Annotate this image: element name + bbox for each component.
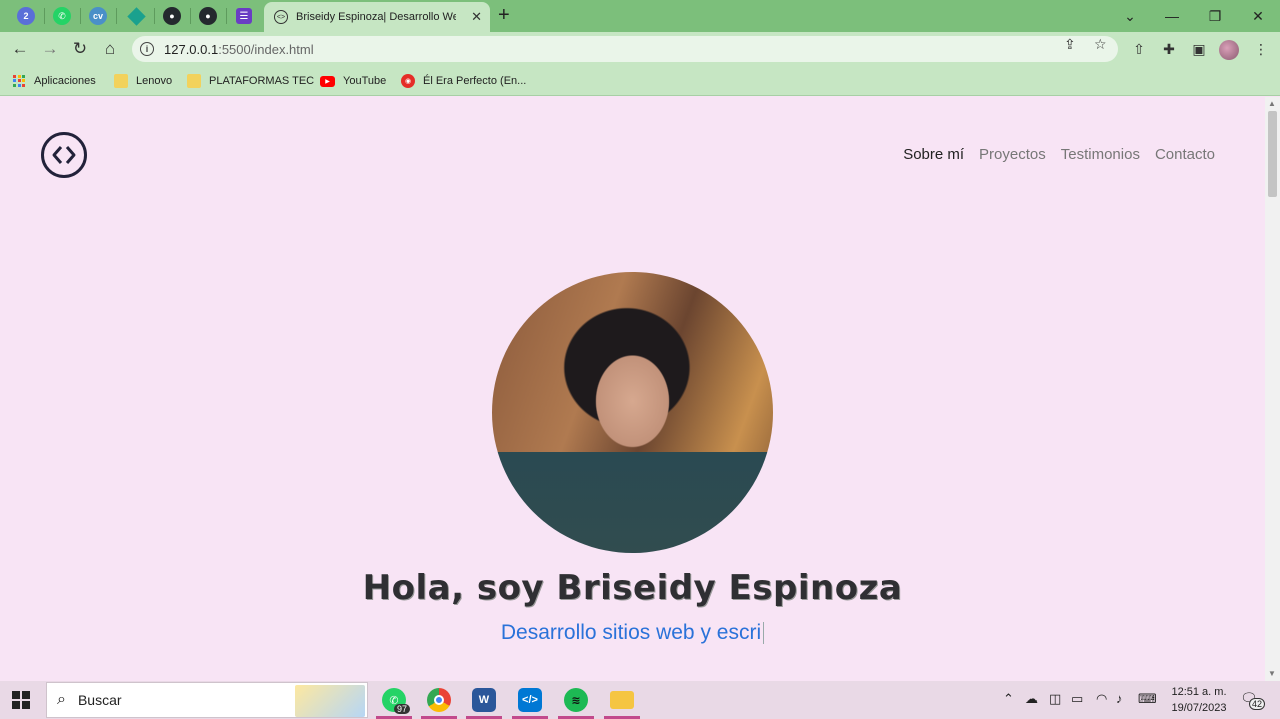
pinned-tab-diamond[interactable] [118, 0, 154, 32]
keyboard-icon[interactable]: ⌨ [1138, 691, 1157, 707]
whatsapp-badge: 97 [393, 704, 410, 714]
pinned-tab-github-1[interactable]: ● [154, 0, 190, 32]
notification-count: 42 [1249, 698, 1266, 710]
nav-link-testimonios[interactable]: Testimonios [1061, 146, 1140, 163]
site-info-icon[interactable]: i [140, 42, 154, 56]
url-text: 127.0.0.1:5500/index.html [164, 41, 314, 57]
search-icon: ⌕ [57, 691, 66, 708]
profile-avatar[interactable] [1219, 40, 1239, 60]
minimize-button[interactable]: — [1150, 0, 1194, 32]
pinned-tab-cv[interactable]: cv [80, 0, 116, 32]
youtube-icon: ▶ [320, 75, 335, 87]
github-icon: ● [163, 7, 181, 25]
wifi-icon[interactable]: ◠ [1096, 691, 1107, 707]
tab-title: Briseidy Espinoza| Desarrollo Web [296, 11, 456, 23]
cv-icon: cv [89, 7, 107, 25]
meet-now-icon[interactable]: ◫ [1049, 691, 1061, 707]
main-nav: Sobre mí Proyectos Testimonios Contacto [903, 146, 1215, 163]
scroll-down-icon[interactable]: ▼ [1268, 669, 1276, 678]
hero-subtitle: Desarrollo sitios web y escri [0, 621, 1265, 645]
taskbar-word[interactable]: W [462, 681, 506, 719]
bookmark-youtube[interactable]: ▶ YouTube [320, 72, 386, 90]
bookmark-lenovo[interactable]: Lenovo [114, 72, 172, 90]
word-icon: W [472, 688, 496, 712]
search-highlight-image [295, 685, 365, 717]
nav-link-proyectos[interactable]: Proyectos [979, 146, 1046, 163]
windows-taskbar: ⌕ Buscar ✆ 97 W </> ≋ ⌃ ☁ ◫ ▭ ◠ ♪ ⌨ 12:5… [0, 681, 1280, 719]
github-icon: ● [199, 7, 217, 25]
browser-toolbar: ← → ↻ ⌂ i 127.0.0.1:5500/index.html ⇪ ☆ … [0, 32, 1280, 66]
windows-start-icon[interactable] [12, 691, 30, 709]
folder-icon [187, 74, 201, 88]
address-bar[interactable]: i 127.0.0.1:5500/index.html [132, 36, 1118, 62]
system-clock[interactable]: 12:51 a. m. 19/07/2023 [1168, 684, 1230, 716]
code-favicon-icon: <> [274, 10, 288, 24]
nav-link-contacto[interactable]: Contacto [1155, 146, 1215, 163]
back-button[interactable]: ← [8, 37, 32, 61]
close-tab-icon[interactable]: ✕ [471, 9, 482, 25]
nav-link-sobre-mi[interactable]: Sobre mí [903, 146, 964, 163]
close-window-button[interactable]: ✕ [1236, 0, 1280, 32]
volume-icon[interactable]: ♪ [1116, 691, 1123, 706]
taskbar-whatsapp[interactable]: ✆ 97 [372, 681, 416, 719]
bookmark-apps[interactable]: Aplicaciones [13, 72, 96, 90]
scroll-thumb[interactable] [1268, 111, 1277, 197]
bookmark-plataformas[interactable]: PLATAFORMAS TEC [187, 72, 314, 90]
taskbar-file-explorer[interactable] [600, 681, 644, 719]
code-logo-icon[interactable] [41, 132, 87, 178]
forward-button[interactable]: → [38, 37, 62, 61]
diamond-icon [126, 6, 146, 26]
whatsapp-icon: ✆ [53, 7, 71, 25]
battery-icon[interactable]: ▭ [1071, 691, 1083, 707]
typing-cursor [763, 622, 765, 645]
spotify-icon: ≋ [564, 688, 588, 712]
page-viewport: Sobre mí Proyectos Testimonios Contacto … [0, 97, 1265, 681]
new-tab-button[interactable]: + [498, 4, 510, 27]
pinned-tab-app[interactable]: 2 [8, 0, 44, 32]
pinned-tab-forms[interactable]: ☰ [226, 0, 262, 32]
profile-photo [492, 272, 773, 553]
bookmarks-bar: Aplicaciones Lenovo PLATAFORMAS TEC ▶ Yo… [0, 66, 1280, 96]
taskbar-chrome[interactable] [417, 681, 461, 719]
taskbar-search[interactable]: ⌕ Buscar [46, 682, 368, 718]
extensions-puzzle-icon[interactable]: ✚ [1159, 39, 1179, 59]
vscode-icon: </> [518, 688, 542, 712]
scroll-up-icon[interactable]: ▲ [1268, 99, 1276, 108]
folder-icon [114, 74, 128, 88]
restore-button[interactable]: ❐ [1193, 0, 1237, 32]
chrome-icon [427, 688, 451, 712]
bookmark-star-icon[interactable]: ☆ [1094, 36, 1107, 53]
hero-title: Hola, soy Briseidy Espinoza [362, 568, 903, 608]
red-circle-icon: ◉ [401, 74, 415, 88]
home-button[interactable]: ⌂ [98, 37, 122, 61]
bookmark-el-era-perfecto[interactable]: ◉ Él Era Perfecto (En... [401, 72, 526, 90]
folder-icon [610, 691, 634, 709]
reload-button[interactable]: ↻ [68, 37, 92, 61]
pinned-tab-github-2[interactable]: ● [190, 0, 226, 32]
tab-search-button[interactable]: ⌄ [1108, 0, 1152, 32]
apps-grid-icon [13, 74, 26, 88]
side-panel-icon[interactable]: ▣ [1189, 39, 1209, 59]
extension-upload-icon[interactable]: ⇧ [1129, 39, 1149, 59]
app-badge-icon: 2 [17, 7, 35, 25]
pinned-tab-whatsapp[interactable]: ✆ [44, 0, 80, 32]
taskbar-vscode[interactable]: </> [508, 681, 552, 719]
tray-chevron-icon[interactable]: ⌃ [1003, 691, 1014, 707]
taskbar-spotify[interactable]: ≋ [554, 681, 598, 719]
forms-icon: ☰ [236, 8, 252, 24]
page-scrollbar[interactable]: ▲ ▼ [1265, 97, 1280, 681]
menu-kebab-icon[interactable]: ⋮ [1251, 39, 1271, 59]
tab-strip: 2 ✆ cv ● ● ☰ <> Briseidy Espinoza| Desar… [0, 0, 1280, 32]
active-tab[interactable]: <> Briseidy Espinoza| Desarrollo Web ✕ [264, 2, 490, 32]
share-icon[interactable]: ⇪ [1064, 36, 1076, 53]
onedrive-icon[interactable]: ☁ [1025, 691, 1038, 707]
